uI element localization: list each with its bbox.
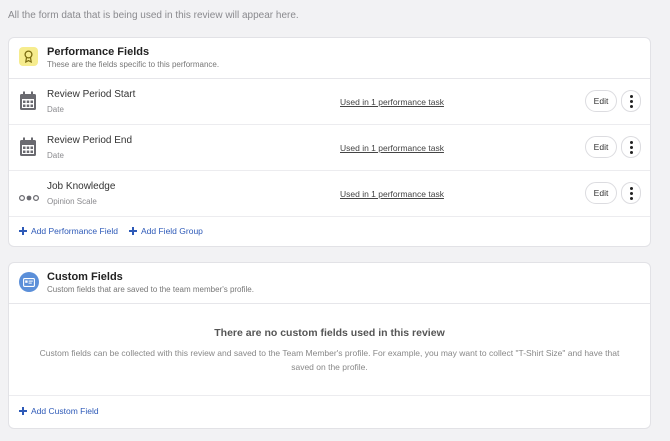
more-options-button[interactable] xyxy=(621,136,641,158)
edit-button[interactable]: Edit xyxy=(585,136,617,158)
add-field-group-label: Add Field Group xyxy=(141,226,203,236)
dot-icon xyxy=(629,150,633,154)
field-row: Job Knowledge Opinion Scale Used in 1 pe… xyxy=(9,171,650,217)
performance-fields-title: Performance Fields xyxy=(47,46,150,58)
more-options-button[interactable] xyxy=(621,90,641,112)
field-row: Review Period End Date Used in 1 perform… xyxy=(9,125,650,171)
plus-icon xyxy=(129,227,137,235)
edit-button[interactable]: Edit xyxy=(585,90,617,112)
performance-fields-header: Performance Fields These are the fields … xyxy=(9,38,650,79)
dot-icon xyxy=(629,99,633,103)
add-field-group-button[interactable]: Add Field Group xyxy=(129,226,203,236)
dot-icon xyxy=(629,104,633,108)
dot-icon xyxy=(629,140,633,144)
field-name: Review Period End xyxy=(47,135,133,146)
custom-fields-title: Custom Fields xyxy=(47,271,123,283)
plus-icon xyxy=(19,407,27,415)
custom-fields-subtitle: Custom fields that are saved to the team… xyxy=(47,285,254,294)
field-type: Opinion Scale xyxy=(47,197,97,206)
field-name: Job Knowledge xyxy=(47,181,116,192)
dot-icon xyxy=(629,145,633,149)
field-row: Review Period Start Date Used in 1 perfo… xyxy=(9,79,650,125)
field-type: Date xyxy=(47,151,64,160)
add-custom-field-label: Add Custom Field xyxy=(31,406,99,416)
field-type: Date xyxy=(47,105,64,114)
calendar-icon xyxy=(19,91,37,111)
intro-text: All the form data that is being used in … xyxy=(8,10,299,21)
award-icon xyxy=(19,47,38,66)
performance-fields-card: Performance Fields These are the fields … xyxy=(8,37,651,247)
plus-icon xyxy=(19,227,27,235)
performance-actions: Add Performance Field Add Field Group xyxy=(9,217,650,247)
dot-icon xyxy=(629,94,633,98)
calendar-icon xyxy=(19,137,37,157)
add-performance-field-label: Add Performance Field xyxy=(31,226,118,236)
edit-button[interactable]: Edit xyxy=(585,182,617,204)
performance-fields-subtitle: These are the fields specific to this pe… xyxy=(47,60,220,69)
usage-link[interactable]: Used in 1 performance task xyxy=(340,97,444,107)
more-options-button[interactable] xyxy=(621,182,641,204)
custom-fields-header: Custom Fields Custom fields that are sav… xyxy=(9,263,650,304)
add-performance-field-button[interactable]: Add Performance Field xyxy=(19,226,118,236)
dot-icon xyxy=(629,186,633,190)
empty-state-title: There are no custom fields used in this … xyxy=(214,327,445,339)
custom-fields-card: Custom Fields Custom fields that are sav… xyxy=(8,262,651,429)
profile-card-icon xyxy=(19,272,39,292)
empty-state-text: Custom fields can be collected with this… xyxy=(39,348,620,372)
custom-actions: Add Custom Field xyxy=(9,396,650,426)
usage-link[interactable]: Used in 1 performance task xyxy=(340,143,444,153)
opinion-scale-icon xyxy=(18,189,40,202)
dot-icon xyxy=(629,196,633,200)
field-name: Review Period Start xyxy=(47,89,136,100)
add-custom-field-button[interactable]: Add Custom Field xyxy=(19,406,99,416)
dot-icon xyxy=(629,191,633,195)
empty-state: There are no custom fields used in this … xyxy=(9,304,650,396)
usage-link[interactable]: Used in 1 performance task xyxy=(340,189,444,199)
